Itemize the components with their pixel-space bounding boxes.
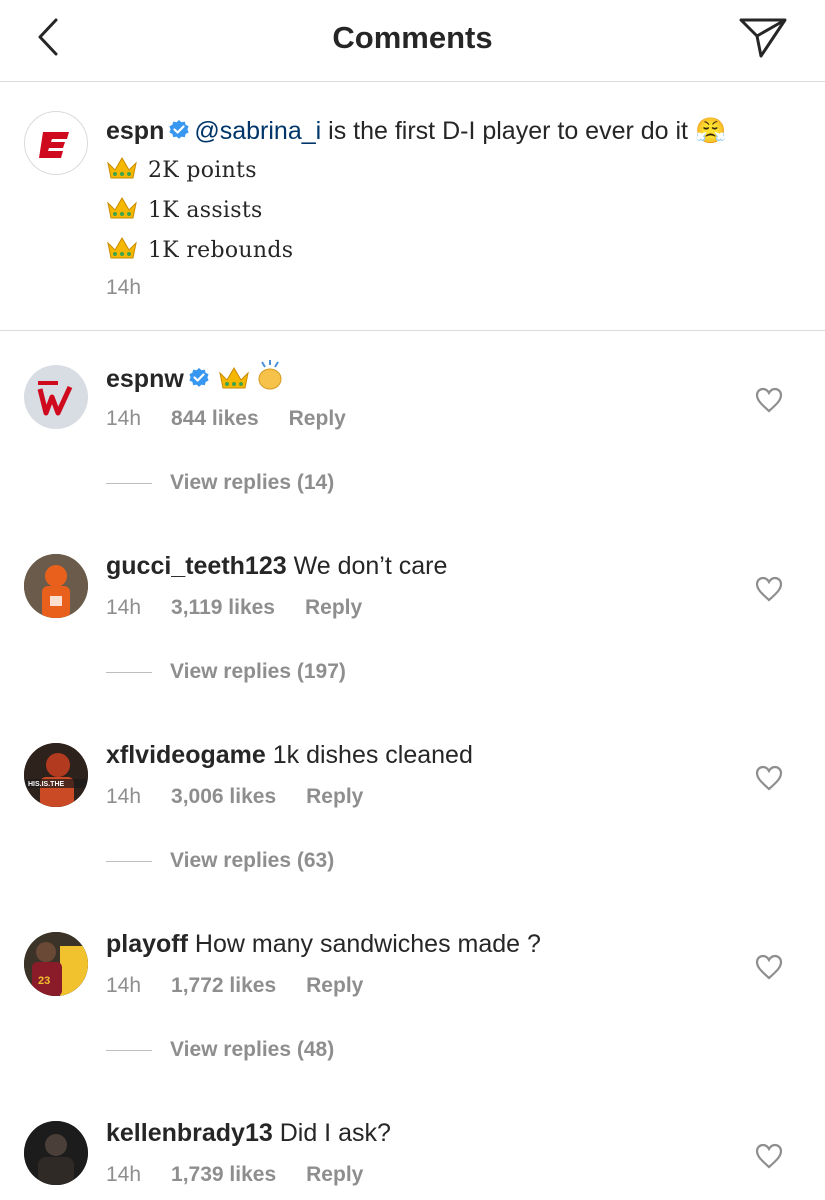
espn-logo-icon (39, 132, 69, 158)
stat-rebounds: 1K rebounds (148, 238, 294, 263)
comment-body: Did I ask? (279, 1119, 391, 1147)
comment-meta: 14h 844 likes Reply (106, 407, 376, 431)
espnw-avatar[interactable] (24, 365, 88, 429)
comments-header: Comments (0, 0, 825, 82)
comment-time: 14h (106, 407, 142, 430)
view-replies-label: View replies (63) (170, 849, 335, 872)
comment-meta: 14h 1,772 likes Reply (106, 974, 393, 998)
comment-meta: 14h 3,119 likes Reply (106, 596, 392, 620)
comment-text: xflvideogame 1k dishes cleaned (106, 737, 735, 773)
crown-icon (107, 157, 137, 179)
verified-badge-icon (169, 120, 189, 139)
comment-username[interactable]: espnw (106, 365, 184, 393)
stat-points: 2K points (148, 158, 257, 183)
view-replies-button[interactable]: View replies (14) (106, 471, 334, 495)
playoff-avatar[interactable]: 23 (24, 932, 88, 996)
likes-count[interactable]: 3,006 likes (171, 785, 276, 808)
comment-body: We don’t care (293, 552, 448, 580)
view-replies-label: View replies (48) (170, 1038, 335, 1061)
clapping-hands-icon (258, 360, 282, 390)
reply-button[interactable]: Reply (306, 1163, 363, 1186)
divider-line (106, 671, 152, 673)
heart-icon[interactable] (755, 954, 783, 980)
view-replies-button[interactable]: View replies (197) (106, 660, 346, 684)
xflvideogame-avatar[interactable]: HIS.IS.THE (24, 743, 88, 807)
comment-meta: 14h 1,739 likes Reply (106, 1163, 393, 1187)
comment-time: 14h (106, 1163, 142, 1186)
heart-icon[interactable] (755, 576, 783, 602)
basketball-player-image: 23 (24, 932, 88, 996)
comment-body: How many sandwiches made ? (194, 930, 541, 958)
comment-item: 23 playoff How many sandwiches made ? 14… (0, 902, 825, 1091)
caption-body: is the first D-I player to ever do it (321, 117, 688, 145)
view-replies-label: View replies (197) (170, 660, 346, 683)
comment-time: 14h (106, 974, 142, 997)
likes-count[interactable]: 844 likes (171, 407, 259, 430)
verified-badge-icon (189, 368, 209, 387)
heart-icon[interactable] (755, 1143, 783, 1169)
espn-avatar[interactable] (24, 111, 88, 175)
caption-time: 14h (106, 276, 142, 299)
comment-time: 14h (106, 785, 142, 808)
comment-item: kellenbrady13 Did I ask? 14h 1,739 likes R… (0, 1091, 825, 1200)
comment-item: HIS.IS.THE xflvideogame 1k dishes cleane… (0, 713, 825, 902)
gucci-teeth-avatar[interactable] (24, 554, 88, 618)
comment-item: gucci_teeth123 We don’t care 14h 3,119 li… (0, 524, 825, 713)
reply-button[interactable]: Reply (289, 407, 346, 430)
stat-line: 1K rebounds (106, 231, 785, 271)
comment-username[interactable]: xflvideogame (106, 741, 266, 769)
heart-icon[interactable] (755, 765, 783, 791)
comment-username[interactable]: kellenbrady13 (106, 1119, 273, 1147)
stat-line: 1K assists (106, 191, 785, 231)
xfl-player-image: HIS.IS.THE (24, 743, 88, 807)
mention-link[interactable]: @sabrina_i (194, 117, 321, 145)
heart-icon[interactable] (755, 387, 783, 413)
comment-meta: 14h 3,006 likes Reply (106, 785, 393, 809)
svg-text:23: 23 (38, 975, 50, 987)
comment-text: playoff How many sandwiches made ? (106, 926, 735, 962)
stat-assists: 1K assists (148, 198, 263, 223)
comment-text: gucci_teeth123 We don’t care (106, 548, 735, 584)
post-caption: espn @sabrina_i is the first D-I player t… (0, 83, 825, 331)
espnw-logo-icon (37, 381, 73, 416)
crown-icon (218, 367, 249, 389)
comment-text: kellenbrady13 Did I ask? (106, 1115, 735, 1151)
view-replies-button[interactable]: View replies (63) (106, 849, 334, 873)
stat-line: 2K points (106, 151, 785, 191)
comment-item: espnw 14h 844 likes Reply View replies (14… (0, 335, 825, 524)
divider-line (106, 1049, 152, 1051)
comment-text: espnw (106, 359, 735, 397)
steam-face-emoji: 😤 (694, 117, 727, 145)
football-player-image (24, 554, 88, 618)
view-replies-button[interactable]: View replies (48) (106, 1038, 334, 1062)
divider-line (106, 482, 152, 484)
comment-time: 14h (106, 596, 142, 619)
divider-line (106, 860, 152, 862)
reply-button[interactable]: Reply (305, 596, 362, 619)
page-title: Comments (332, 20, 493, 55)
comment-username[interactable]: gucci_teeth123 (106, 552, 287, 580)
reply-button[interactable]: Reply (306, 974, 363, 997)
reply-button[interactable]: Reply (306, 785, 363, 808)
caption-username[interactable]: espn (106, 117, 164, 145)
paper-plane-icon[interactable] (737, 14, 789, 60)
likes-count[interactable]: 1,772 likes (171, 974, 276, 997)
comment-body: 1k dishes cleaned (272, 741, 473, 769)
likes-count[interactable]: 1,739 likes (171, 1163, 276, 1186)
caption-text: espn @sabrina_i is the first D-I player t… (106, 111, 785, 271)
view-replies-label: View replies (14) (170, 471, 335, 494)
kellenbrady-avatar[interactable] (24, 1121, 88, 1185)
crown-icon (107, 197, 137, 219)
profile-photo-image (24, 1121, 88, 1185)
crown-icon (107, 237, 137, 259)
svg-text:HIS.IS.THE: HIS.IS.THE (28, 781, 65, 788)
likes-count[interactable]: 3,119 likes (171, 596, 275, 619)
comment-username[interactable]: playoff (106, 930, 188, 958)
